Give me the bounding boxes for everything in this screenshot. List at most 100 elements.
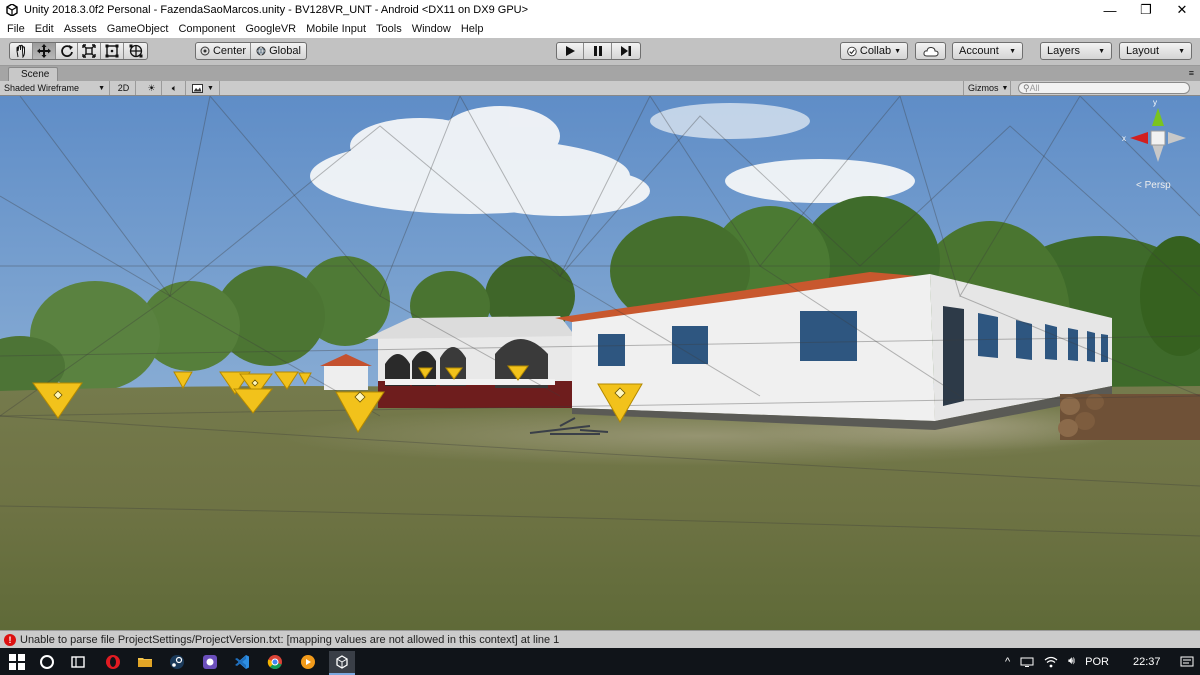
menu-tools[interactable]: Tools	[371, 23, 407, 35]
menu-window[interactable]: Window	[407, 23, 456, 35]
chevron-down-icon: ▼	[98, 84, 105, 92]
playmode-controls	[556, 42, 641, 60]
unity-icon[interactable]	[329, 651, 355, 673]
2d-toggle[interactable]: 2D	[112, 81, 136, 95]
notification-icon[interactable]	[1180, 656, 1194, 668]
app-purple-icon[interactable]	[199, 651, 221, 673]
steam-icon[interactable]	[166, 651, 188, 673]
menu-bar: File Edit Assets GameObject Component Go…	[0, 20, 1200, 38]
scene-search-input[interactable]: ⚲ All	[1018, 82, 1190, 94]
layers-label: Layers	[1047, 45, 1081, 57]
rect-tool-button[interactable]	[101, 43, 125, 59]
menu-help[interactable]: Help	[456, 23, 489, 35]
hand-icon	[16, 44, 25, 58]
projection-label[interactable]: < Persp	[1136, 180, 1171, 191]
windows-taskbar: ^ 🔊︎ POR 22:37	[0, 648, 1200, 675]
rect-transform-icon	[105, 44, 119, 58]
task-view-icon[interactable]	[67, 651, 89, 673]
collab-dropdown[interactable]: Collab ▼	[840, 42, 908, 60]
cloud-icon	[922, 46, 939, 56]
console-status-bar[interactable]: ! Unable to parse file ProjectSettings/P…	[0, 630, 1200, 648]
effects-dropdown[interactable]: ▼	[188, 81, 220, 95]
draw-mode-dropdown[interactable]: Shaded Wireframe ▼	[0, 81, 110, 95]
audio-toggle[interactable]: 🔈︎	[164, 81, 186, 95]
hand-tool-button[interactable]	[10, 43, 33, 59]
menu-file[interactable]: File	[2, 23, 30, 35]
title-bar: Unity 2018.3.0f2 Personal - FazendaSaoMa…	[0, 0, 1200, 20]
menu-assets[interactable]: Assets	[59, 23, 102, 35]
scale-tool-button[interactable]	[78, 43, 102, 59]
windows-start-icon[interactable]	[6, 651, 28, 673]
system-tray: ^ 🔊︎ POR 22:37	[1005, 648, 1194, 675]
sun-icon: ☀	[147, 82, 156, 93]
gizmos-label: Gizmos	[968, 83, 999, 93]
clock[interactable]: 22:37	[1133, 656, 1161, 668]
wifi-icon[interactable]	[1044, 656, 1058, 668]
lighting-toggle[interactable]: ☀	[142, 81, 162, 95]
chevron-down-icon: ▼	[1098, 47, 1105, 55]
transform-icon	[129, 44, 143, 58]
chevron-up-icon[interactable]: ^	[1005, 656, 1010, 668]
play-button[interactable]	[557, 43, 585, 59]
file-explorer-icon[interactable]	[134, 651, 156, 673]
account-dropdown[interactable]: Account ▼	[952, 42, 1023, 60]
menu-mobile-input[interactable]: Mobile Input	[301, 23, 371, 35]
collab-label: Collab	[859, 45, 892, 57]
unity-logo-icon	[6, 4, 18, 16]
close-button[interactable]: ✕	[1164, 0, 1200, 20]
pivot-icon	[200, 46, 210, 56]
layers-dropdown[interactable]: Layers ▼	[1040, 42, 1112, 60]
scene-tab-label: Scene	[21, 69, 50, 80]
minimize-button[interactable]: —	[1092, 0, 1128, 20]
menu-googlevr[interactable]: GoogleVR	[240, 23, 301, 35]
move-icon	[36, 44, 51, 58]
vscode-icon[interactable]	[231, 651, 253, 673]
chevron-down-icon: ▼	[1009, 47, 1016, 55]
rotate-icon	[60, 45, 73, 57]
log-pile	[1058, 394, 1200, 440]
app-orange-icon[interactable]	[297, 651, 319, 673]
cloud-button[interactable]	[915, 42, 946, 60]
maximize-button[interactable]: ❐	[1128, 0, 1164, 20]
volume-icon[interactable]: 🔊︎	[1068, 655, 1075, 668]
svg-text:y: y	[1153, 98, 1157, 107]
pivot-center-button[interactable]: Center	[196, 43, 252, 59]
transform-tool-button[interactable]	[124, 43, 147, 59]
chevron-down-icon: ▼	[1001, 84, 1009, 92]
cortana-icon[interactable]	[36, 651, 58, 673]
move-tool-button[interactable]	[32, 43, 56, 59]
step-button[interactable]	[612, 43, 640, 59]
opera-icon[interactable]	[102, 651, 124, 673]
account-label: Account	[959, 45, 999, 57]
svg-text:x: x	[1122, 134, 1126, 143]
menu-edit[interactable]: Edit	[30, 23, 59, 35]
layout-dropdown[interactable]: Layout ▼	[1119, 42, 1192, 60]
tab-menu-icon[interactable]: ≡	[1189, 68, 1194, 78]
pivot-center-label: Center	[212, 45, 247, 57]
error-icon: !	[4, 633, 16, 646]
rotate-tool-button[interactable]	[56, 43, 79, 59]
pivot-toggles: Center Global	[195, 42, 307, 60]
pause-button[interactable]	[584, 43, 612, 59]
chevron-down-icon: ▼	[894, 47, 901, 55]
gizmos-dropdown[interactable]: Gizmos ▼	[963, 81, 1011, 95]
step-icon	[620, 46, 631, 56]
scale-icon	[82, 44, 97, 58]
language-indicator[interactable]: POR	[1085, 656, 1109, 668]
image-effects-icon	[192, 83, 203, 93]
scene-viewport[interactable]: y x < Persp	[0, 96, 1200, 630]
menu-gameobject[interactable]: GameObject	[102, 23, 174, 35]
chrome-icon[interactable]	[264, 651, 286, 673]
speaker-icon: 🔈︎	[171, 82, 178, 93]
2d-label: 2D	[117, 83, 130, 93]
menu-component[interactable]: Component	[173, 23, 240, 35]
scene-tab-bar: Scene ≡	[0, 66, 1200, 81]
main-toolbar: Center Global Collab ▼ Account ▼ Layers …	[0, 38, 1200, 66]
space-global-button[interactable]: Global	[251, 43, 306, 59]
scene-render: y x	[0, 96, 1200, 630]
network-icon[interactable]	[1020, 657, 1034, 667]
draw-mode-label: Shaded Wireframe	[4, 83, 80, 93]
scene-toolbar: Shaded Wireframe ▼ 2D ☀ 🔈︎ ▼ Gizmos ▼ ⚲ …	[0, 81, 1200, 96]
scene-tab[interactable]: Scene	[8, 67, 58, 81]
play-icon	[566, 46, 576, 56]
